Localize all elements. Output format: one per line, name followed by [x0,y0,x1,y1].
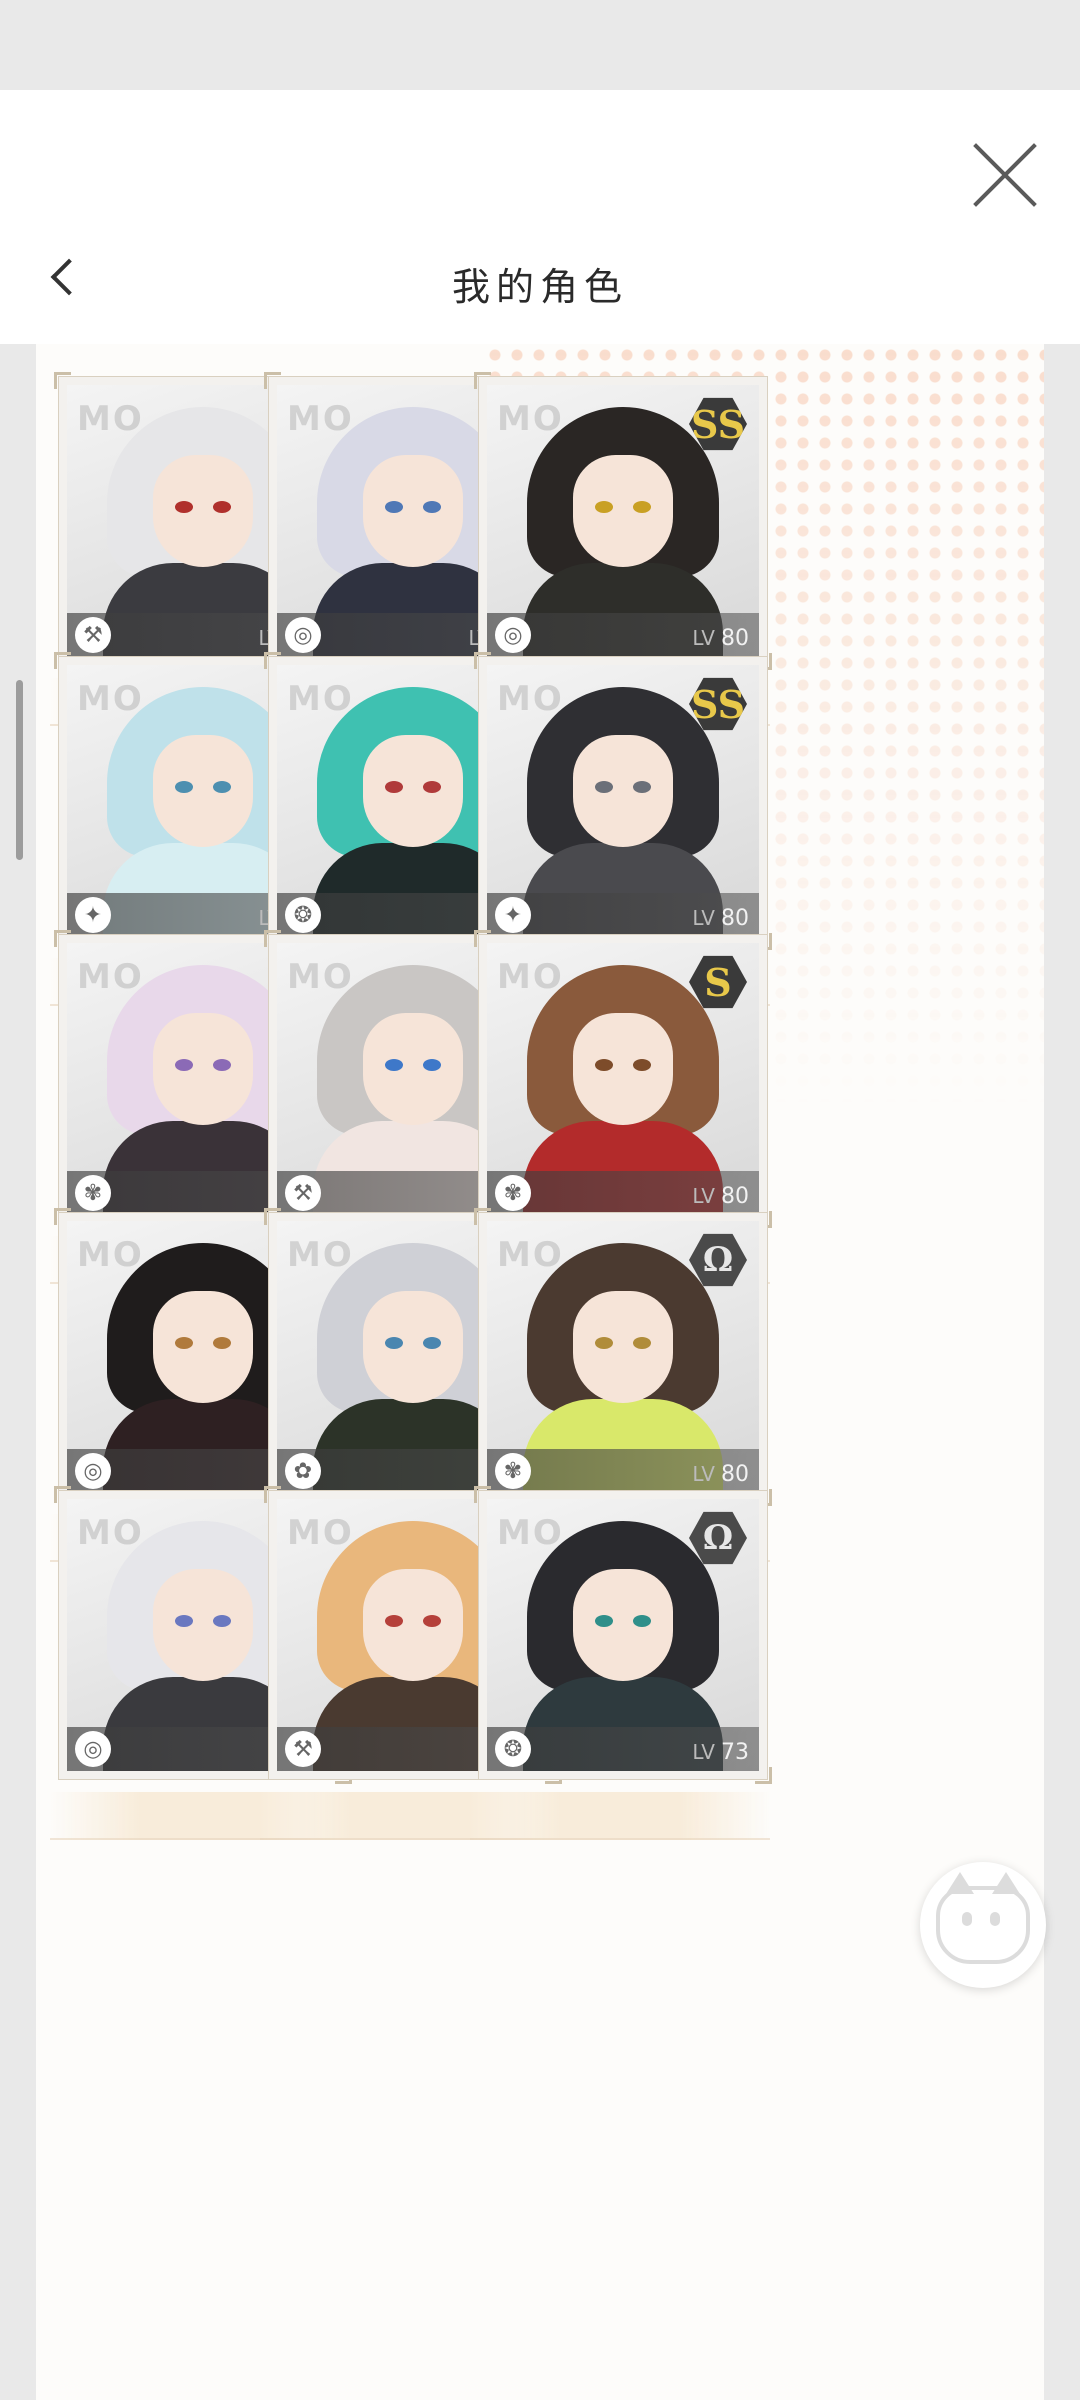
element-icon: ✦ [75,897,111,933]
level-tag: LV [692,1462,715,1486]
character-portrait: MO SS ✦ LV 80 [487,665,759,937]
name-plate [470,1792,770,1840]
level-label: LV80 [692,626,749,651]
face-shape [573,455,673,567]
face-shape [153,1013,253,1125]
portrait-frame: MO SS ✦ LV 80 [474,652,772,950]
portrait-frame: MO Ω ❂ LV 73 [474,1486,772,1784]
watermark: MO [497,399,564,439]
element-icon: ⚒ [285,1175,321,1211]
level-label: LV73 [692,1740,749,1765]
watermark: MO [77,399,144,439]
level-label: LV80 [692,1184,749,1209]
level-value: 73 [721,1740,749,1765]
cat-mascot-icon [936,1872,1030,1964]
face-shape [363,735,463,847]
character-card[interactable]: MO Ω ❂ LV 73 [470,1486,772,1840]
scrollbar[interactable] [16,680,23,860]
floating-assistant-button[interactable] [920,1862,1046,1988]
element-icon: ◎ [495,617,531,653]
watermark: MO [77,1235,144,1275]
face-shape [573,735,673,847]
portrait-frame: MO SS ◎ LV80 [474,372,772,670]
status-bar [0,0,1080,90]
watermark: MO [287,957,354,997]
element-icon: ⚒ [75,617,111,653]
character-grid: MO SS ⚒ LV100 操偶师·哈迪斯 MO [36,344,1044,2400]
header: 我的角色 [0,90,1080,344]
watermark: MO [77,679,144,719]
watermark: MO [287,1513,354,1553]
face-shape [363,1013,463,1125]
element-icon: ✾ [495,1175,531,1211]
level-value: 80 [721,1462,749,1487]
face-shape [573,1013,673,1125]
portrait-frame: MO Ω ✾ LV 80 [474,1208,772,1506]
level-tag: LV [692,626,715,650]
face-shape [153,1291,253,1403]
element-icon: ✾ [495,1453,531,1489]
face-shape [363,1569,463,1681]
element-icon: ◎ [75,1731,111,1767]
level-value: 80 [721,1184,749,1209]
level-strip: ◎ LV80 [487,613,759,657]
level-label: LV80 [692,1462,749,1487]
face-shape [573,1291,673,1403]
element-icon: ❂ [495,1731,531,1767]
face-shape [573,1569,673,1681]
watermark: MO [287,399,354,439]
face-shape [153,735,253,847]
page-title: 我的角色 [451,265,628,309]
level-tag: LV [692,1740,715,1764]
level-label: LV80 [692,906,749,931]
watermark: MO [497,1235,564,1275]
character-portrait: MO S ✾ LV80 [487,943,759,1215]
watermark: MO [77,957,144,997]
portrait-frame: MO S ✾ LV80 [474,930,772,1228]
element-icon: ✿ [285,1453,321,1489]
face-shape [153,455,253,567]
element-icon: ◎ [75,1453,111,1489]
level-strip: ✦ LV 80 [487,893,759,937]
watermark: MO [287,679,354,719]
face-shape [153,1569,253,1681]
watermark: MO [497,957,564,997]
character-portrait: MO SS ◎ LV80 [487,385,759,657]
level-value: 80 [721,906,749,931]
element-icon: ◎ [285,617,321,653]
watermark: MO [287,1235,354,1275]
element-icon: ❂ [285,897,321,933]
character-portrait: MO Ω ✾ LV 80 [487,1221,759,1493]
element-icon: ✦ [495,897,531,933]
watermark: MO [497,679,564,719]
level-strip: ✾ LV80 [487,1171,759,1215]
level-tag: LV [692,1184,715,1208]
watermark: MO [497,1513,564,1553]
content-area[interactable]: MO SS ⚒ LV100 操偶师·哈迪斯 MO [36,344,1044,2400]
level-tag: LV [692,906,715,930]
watermark: MO [77,1513,144,1553]
level-strip: ❂ LV 73 [487,1727,759,1771]
level-strip: ✾ LV80 [487,1449,759,1493]
close-button[interactable] [970,140,1040,210]
character-portrait: MO Ω ❂ LV 73 [487,1499,759,1771]
level-value: 80 [721,626,749,651]
element-icon: ⚒ [285,1731,321,1767]
face-shape [363,1291,463,1403]
face-shape [363,455,463,567]
element-icon: ✾ [75,1175,111,1211]
